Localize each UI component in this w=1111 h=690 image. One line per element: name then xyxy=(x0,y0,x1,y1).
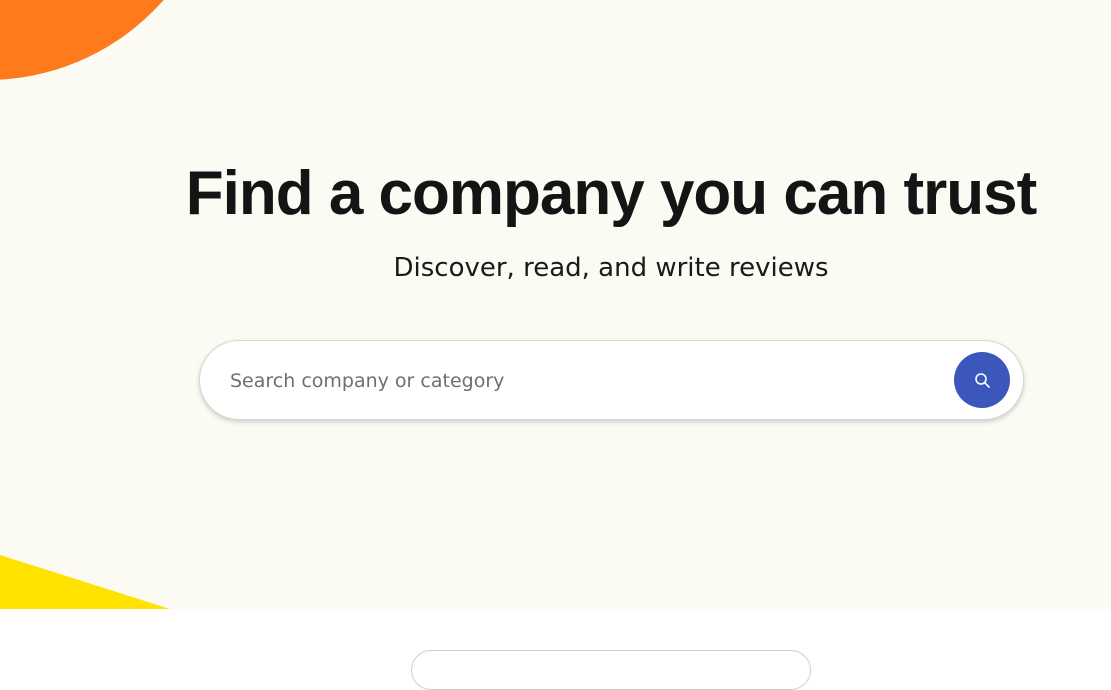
yellow-decorative-shape xyxy=(0,555,170,609)
search-bar xyxy=(199,340,1024,420)
hero-headline: Find a company you can trust xyxy=(185,159,1037,228)
search-icon xyxy=(974,372,991,389)
hero-section: Find a company you can trust Discover, r… xyxy=(0,0,1111,609)
search-button[interactable] xyxy=(954,352,1010,408)
hero-subheadline: Discover, read, and write reviews xyxy=(393,253,829,283)
next-section-element xyxy=(411,650,811,690)
search-input[interactable] xyxy=(230,361,930,401)
orange-decorative-shape xyxy=(0,0,222,80)
